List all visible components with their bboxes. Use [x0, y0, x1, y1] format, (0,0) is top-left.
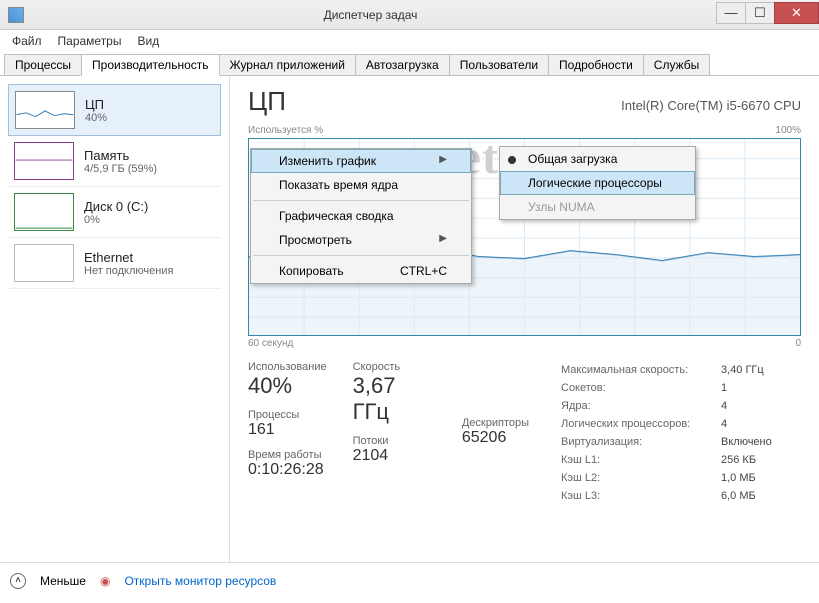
info-sockets-v: 1 [721, 379, 801, 397]
tab-processes[interactable]: Процессы [4, 54, 82, 76]
info-l1-k: Кэш L1: [561, 451, 721, 469]
app-icon [8, 7, 24, 23]
ctx-separator [253, 255, 469, 256]
tab-startup[interactable]: Автозагрузка [355, 54, 450, 76]
info-lproc-v: 4 [721, 415, 801, 433]
eth-thumb [14, 244, 74, 282]
menu-file[interactable]: Файл [4, 32, 50, 50]
mem-sub: 4/5,9 ГБ (59%) [84, 163, 157, 175]
tab-details[interactable]: Подробности [548, 54, 644, 76]
proc-value: 161 [248, 421, 327, 439]
maximize-button[interactable]: ☐ [745, 2, 775, 24]
mem-thumb [14, 142, 74, 180]
sub-numa: Узлы NUMA [500, 195, 695, 219]
chart-ylabel: Используется % [248, 125, 323, 136]
cpu-sub: 40% [85, 112, 107, 124]
cpu-info: Максимальная скорость:3,40 ГГц Сокетов:1… [561, 361, 801, 505]
util-label: Использование [248, 361, 327, 373]
info-sockets-k: Сокетов: [561, 379, 721, 397]
info-virt-k: Виртуализация: [561, 433, 721, 451]
tab-users[interactable]: Пользователи [449, 54, 549, 76]
tab-performance[interactable]: Производительность [81, 54, 219, 76]
tab-apphistory[interactable]: Журнал приложений [219, 54, 356, 76]
chevron-right-icon: ▶ [439, 154, 447, 168]
ctx-copy[interactable]: КопироватьCTRL+C [251, 259, 471, 283]
util-value: 40% [248, 373, 327, 399]
chart-ymax: 100% [775, 125, 801, 136]
context-menu: Изменить график▶ Показать время ядра Гра… [250, 148, 472, 284]
info-maxspeed-k: Максимальная скорость: [561, 361, 721, 379]
fewer-icon[interactable]: ˄ [10, 573, 26, 589]
ctx-change-graph[interactable]: Изменить график▶ [251, 149, 471, 173]
page-title: ЦП [248, 86, 286, 117]
fewer-details[interactable]: Меньше [40, 574, 86, 588]
titlebar: Диспетчер задач — ☐ ✕ [0, 0, 819, 30]
ctx-copy-shortcut: CTRL+C [400, 264, 447, 278]
menubar: Файл Параметры Вид [0, 30, 819, 52]
sub-logical[interactable]: Логические процессоры [500, 171, 695, 195]
context-submenu: Общая загрузка Логические процессоры Узл… [499, 146, 696, 220]
ctx-separator [253, 200, 469, 201]
info-l3-k: Кэш L3: [561, 487, 721, 505]
sidebar-item-cpu[interactable]: ЦП40% [8, 84, 221, 136]
ctx-graph-summary[interactable]: Графическая сводка [251, 204, 471, 228]
tab-services[interactable]: Службы [643, 54, 710, 76]
footer: ˄ Меньше ◉ Открыть монитор ресурсов [0, 562, 819, 598]
radio-icon [508, 156, 516, 164]
info-maxspeed-v: 3,40 ГГц [721, 361, 801, 379]
main-panel: ЦП Intel(R) Core(TM) i5-6670 CPU Использ… [230, 76, 819, 562]
cpu-model: Intel(R) Core(TM) i5-6670 CPU [621, 98, 801, 113]
ctx-view[interactable]: Просмотреть▶ [251, 228, 471, 252]
uptime-label: Время работы [248, 449, 327, 461]
minimize-button[interactable]: — [716, 2, 746, 24]
disk-sub: 0% [84, 214, 148, 226]
info-l2-k: Кэш L2: [561, 469, 721, 487]
close-button[interactable]: ✕ [774, 2, 819, 24]
sidebar: ЦП40% Память4/5,9 ГБ (59%) Диск 0 (C:)0%… [0, 76, 230, 562]
speed-label: Скорость [353, 361, 436, 373]
info-l1-v: 256 КБ [721, 451, 801, 469]
tabs: Процессы Производительность Журнал прило… [0, 52, 819, 76]
sidebar-item-memory[interactable]: Память4/5,9 ГБ (59%) [8, 136, 221, 187]
handles-value: 65206 [462, 429, 529, 447]
menu-view[interactable]: Вид [129, 32, 167, 50]
info-lproc-k: Логических процессоров: [561, 415, 721, 433]
cpu-title: ЦП [85, 97, 107, 112]
info-l2-v: 1,0 МБ [721, 469, 801, 487]
chart-xmax: 0 [795, 338, 801, 349]
disk-title: Диск 0 (C:) [84, 199, 148, 214]
cpu-thumb [15, 91, 75, 129]
chart-xmin: 60 секунд [248, 338, 293, 349]
resmon-icon: ◉ [100, 574, 110, 588]
window-title: Диспетчер задач [24, 8, 717, 22]
chevron-right-icon: ▶ [439, 233, 447, 247]
sidebar-item-disk[interactable]: Диск 0 (C:)0% [8, 187, 221, 238]
mem-title: Память [84, 148, 157, 163]
handles-label: Дескрипторы [462, 417, 529, 429]
info-virt-v: Включено [721, 433, 801, 451]
eth-title: Ethernet [84, 250, 173, 265]
menu-options[interactable]: Параметры [50, 32, 130, 50]
info-cores-k: Ядра: [561, 397, 721, 415]
sidebar-item-ethernet[interactable]: EthernetНет подключения [8, 238, 221, 289]
info-cores-v: 4 [721, 397, 801, 415]
uptime-value: 0:10:26:28 [248, 461, 327, 479]
info-l3-v: 6,0 МБ [721, 487, 801, 505]
threads-value: 2104 [353, 447, 436, 465]
eth-sub: Нет подключения [84, 265, 173, 277]
open-resource-monitor[interactable]: Открыть монитор ресурсов [124, 574, 276, 588]
proc-label: Процессы [248, 409, 327, 421]
sub-overall[interactable]: Общая загрузка [500, 147, 695, 171]
speed-value: 3,67 ГГц [353, 373, 436, 425]
ctx-show-kernel[interactable]: Показать время ядра [251, 173, 471, 197]
disk-thumb [14, 193, 74, 231]
threads-label: Потоки [353, 435, 436, 447]
